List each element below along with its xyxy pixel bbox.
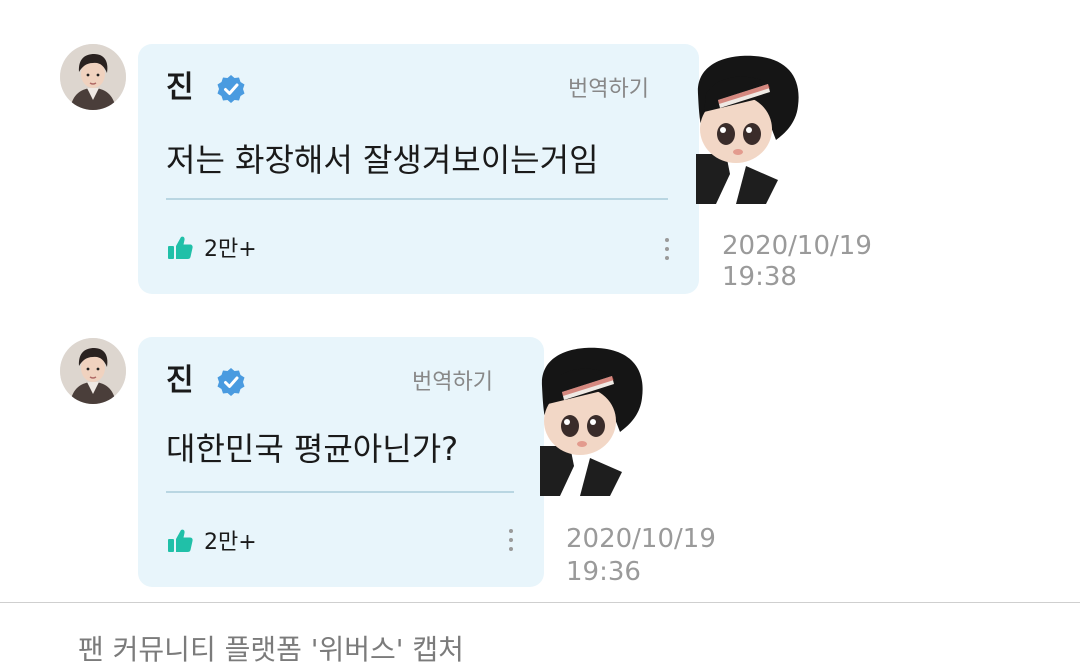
character-sticker	[696, 54, 808, 204]
message-text: 대한민국 평균아닌가?	[166, 430, 459, 468]
character-sticker	[540, 346, 652, 496]
message-bubble: 진 번역하기 저는 화장해서 잘생겨보이는거임 2만+	[138, 44, 699, 294]
message-date: 2020/10/19	[566, 524, 716, 554]
author-avatar[interactable]	[60, 44, 126, 110]
translate-button[interactable]: 번역하기	[412, 369, 493, 397]
image-caption: 팬 커뮤니티 플랫폼 '위버스' 캡처	[78, 633, 464, 666]
verified-badge-icon	[216, 367, 246, 397]
bubble-divider	[166, 491, 514, 493]
page-divider	[0, 602, 1080, 603]
verified-badge-icon	[216, 74, 246, 104]
message-bubble: 진 번역하기 대한민국 평균아닌가? 2만+	[138, 337, 544, 587]
message-item: 진 번역하기 저는 화장해서 잘생겨보이는거임 2만+ 2020/10/19 1…	[0, 0, 1080, 300]
more-vertical-icon[interactable]	[506, 527, 516, 553]
like-count: 2만+	[204, 530, 257, 555]
thumbs-up-icon[interactable]	[166, 527, 194, 555]
message-item: 진 번역하기 대한민국 평균아닌가? 2만+ 2020/10/19 19:36	[0, 300, 1080, 600]
thumbs-up-icon[interactable]	[166, 234, 194, 262]
translate-button[interactable]: 번역하기	[568, 76, 649, 104]
more-vertical-icon[interactable]	[662, 236, 672, 262]
author-name[interactable]: 진	[166, 363, 194, 399]
bubble-divider	[166, 198, 668, 200]
message-text: 저는 화장해서 잘생겨보이는거임	[166, 141, 599, 179]
message-time: 19:36	[566, 557, 641, 587]
message-time: 19:38	[722, 262, 797, 292]
like-count: 2만+	[204, 237, 257, 262]
author-avatar[interactable]	[60, 338, 126, 404]
author-name[interactable]: 진	[166, 70, 194, 106]
message-date: 2020/10/19	[722, 231, 872, 261]
